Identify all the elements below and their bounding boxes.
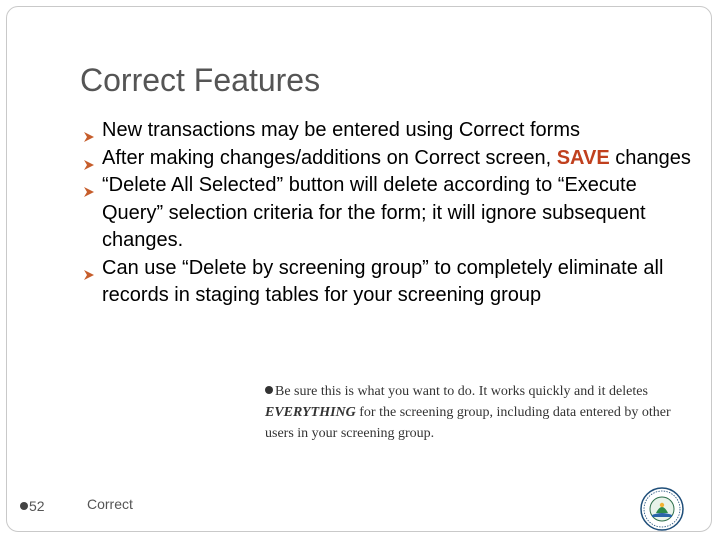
bullet-text: changes [609,146,691,169]
page-number: 52 [20,498,45,514]
note-text: Be sure this is what you want to do. It … [275,384,648,399]
bullet-text: New transactions may be entered using Co… [102,119,580,141]
footer-text: Correct [87,496,133,512]
bullet-item: Can use “Delete by screening group” to c… [82,255,702,310]
bullet-text: After making changes/additions on Correc… [102,146,557,169]
warning-note: Be sure this is what you want to do. It … [265,381,695,444]
note-emphasis: EVERYTHING [265,405,356,420]
bullet-item: New transactions may be entered using Co… [82,117,702,145]
note-bullet-icon [265,386,273,394]
page-dot-icon [20,502,28,510]
bullet-item: “Delete All Selected” button will delete… [82,172,702,255]
epa-logo [640,487,684,531]
bullet-text: “Delete All Selected” button will delete… [102,174,646,251]
slide-title: Correct Features [80,62,321,98]
page-number-text: 52 [29,498,45,514]
bullet-list: New transactions may be entered using Co… [82,117,702,310]
save-emphasis: SAVE [556,146,610,169]
bullet-item: After making changes/additions on Correc… [82,145,702,173]
bullet-text: Can use “Delete by screening group” to c… [102,256,664,307]
